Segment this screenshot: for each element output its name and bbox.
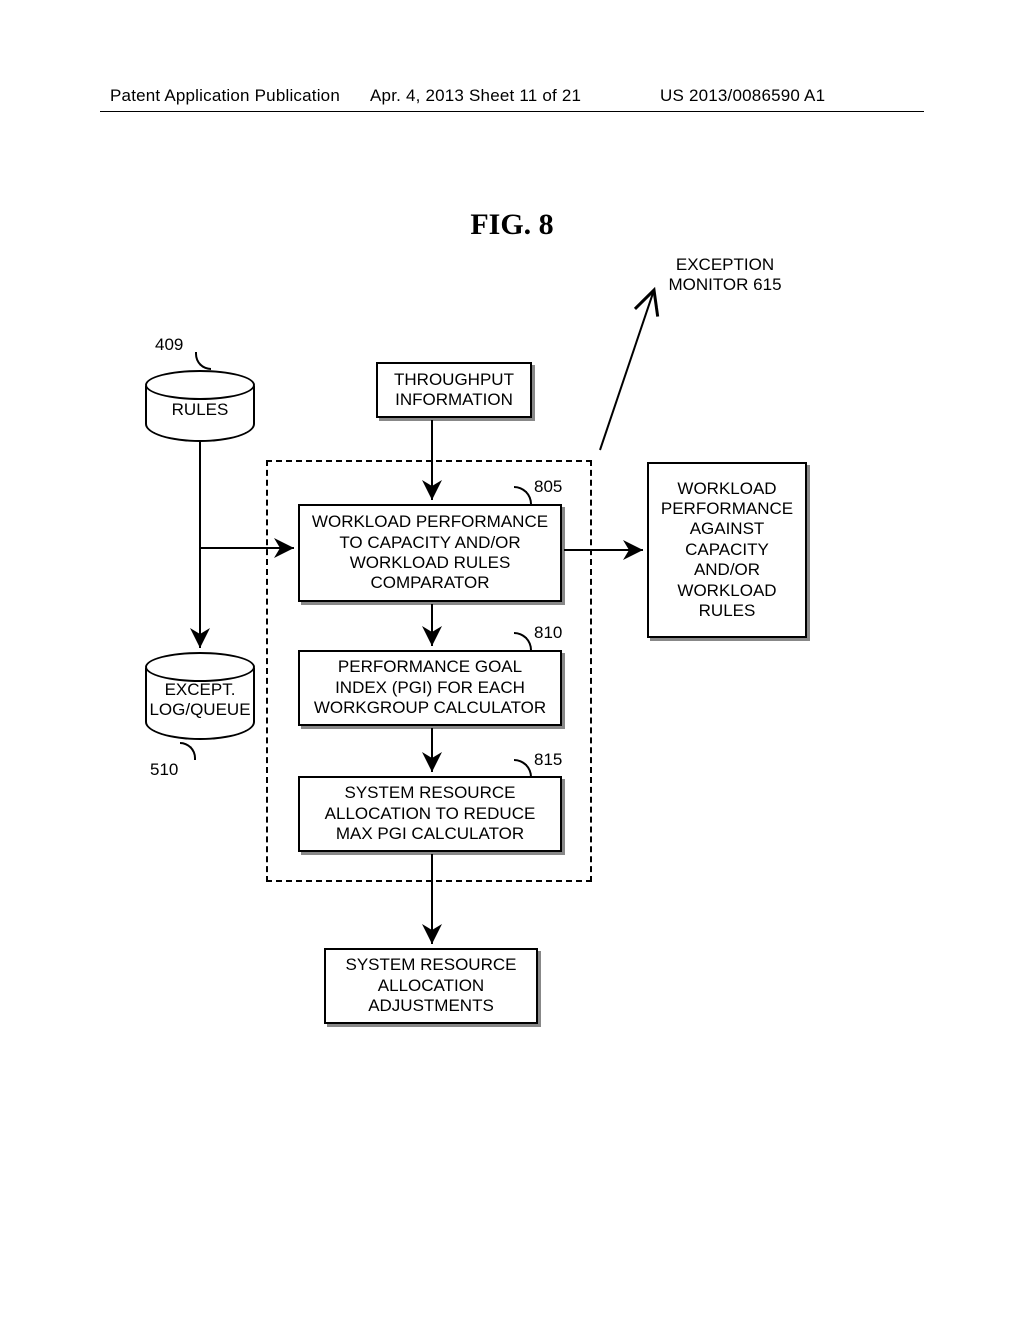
ref-805: 805 xyxy=(534,477,562,497)
header-center: Apr. 4, 2013 Sheet 11 of 21 xyxy=(370,86,581,106)
ref-815: 815 xyxy=(534,750,562,770)
ref-510: 510 xyxy=(150,760,178,780)
throughput-label: THROUGHPUT INFORMATION xyxy=(388,370,520,411)
comparator-label: WORKLOAD PERFORMANCE TO CAPACITY AND/OR … xyxy=(310,512,550,594)
adjust-box: SYSTEM RESOURCE ALLOCATION ADJUSTMENTS xyxy=(324,948,538,1024)
pgi-label: PERFORMANCE GOAL INDEX (PGI) FOR EACH WO… xyxy=(310,657,550,718)
sra-label: SYSTEM RESOURCE ALLOCATION TO REDUCE MAX… xyxy=(310,783,550,844)
leader-510 xyxy=(180,742,196,760)
log-queue-cylinder: EXCEPT. LOG/QUEUE xyxy=(145,652,255,740)
exception-monitor-label: EXCEPTION MONITOR 615 xyxy=(640,255,810,296)
throughput-box: THROUGHPUT INFORMATION xyxy=(376,362,532,418)
rules-label: RULES xyxy=(170,396,231,430)
ref-810: 810 xyxy=(534,623,562,643)
cylinder-top xyxy=(145,652,255,682)
cylinder-top xyxy=(145,370,255,400)
wperf-box: WORKLOAD PERFORMANCE AGAINST CAPACITY AN… xyxy=(647,462,807,638)
header-left: Patent Application Publication xyxy=(110,86,340,106)
log-queue-label: EXCEPT. LOG/QUEUE xyxy=(147,676,253,730)
comparator-box: WORKLOAD PERFORMANCE TO CAPACITY AND/OR … xyxy=(298,504,562,602)
figure-title: FIG. 8 xyxy=(0,208,1024,242)
sra-box: SYSTEM RESOURCE ALLOCATION TO REDUCE MAX… xyxy=(298,776,562,852)
adjust-label: SYSTEM RESOURCE ALLOCATION ADJUSTMENTS xyxy=(336,955,526,1016)
leader-409 xyxy=(195,352,211,370)
rules-cylinder: RULES xyxy=(145,370,255,442)
header-right: US 2013/0086590 A1 xyxy=(660,86,825,106)
page-header: Patent Application Publication Apr. 4, 2… xyxy=(0,86,1024,106)
header-rule xyxy=(100,111,924,112)
pgi-box: PERFORMANCE GOAL INDEX (PGI) FOR EACH WO… xyxy=(298,650,562,726)
wperf-label: WORKLOAD PERFORMANCE AGAINST CAPACITY AN… xyxy=(659,479,795,622)
ref-409: 409 xyxy=(155,335,183,355)
